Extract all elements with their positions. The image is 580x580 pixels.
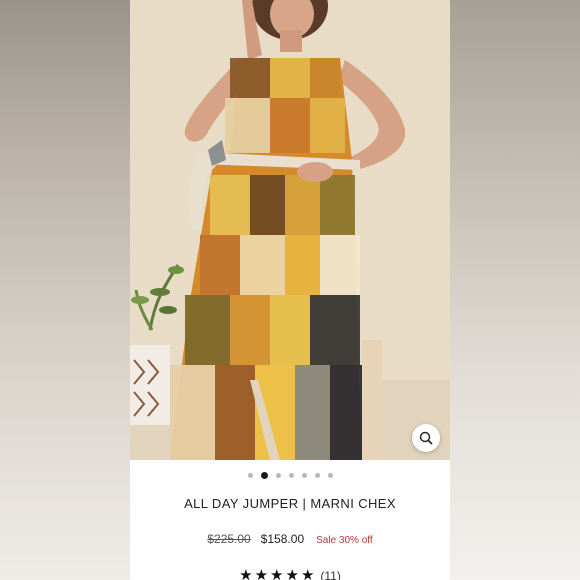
sale-badge: Sale 30% off (316, 535, 373, 546)
magnifier-icon (419, 431, 433, 445)
carousel-dot[interactable] (247, 473, 253, 478)
star-icon: ★ (285, 567, 299, 580)
carousel-dot[interactable] (301, 473, 307, 478)
product-title: ALL DAY JUMPER | MARNI CHEX (184, 496, 396, 511)
carousel-dot[interactable] (327, 473, 333, 478)
sale-price: $158.00 (260, 532, 305, 546)
star-icon: ★ (254, 567, 269, 580)
carousel-indicators (130, 472, 450, 479)
blurred-backdrop-left (0, 0, 130, 580)
star-icon: ★ (300, 567, 315, 580)
blurred-backdrop-right (450, 0, 580, 580)
zoom-button[interactable] (412, 424, 440, 452)
original-price: $225.00 (207, 532, 251, 546)
carousel-dot[interactable] (288, 473, 294, 478)
rating-row[interactable]: ★ ★ ★ ★ ★ (11) (130, 568, 450, 580)
star-icon: ★ (270, 567, 284, 580)
carousel-dot-active[interactable] (260, 472, 268, 479)
carousel-dot[interactable] (314, 473, 320, 478)
star-icon: ★ (239, 567, 253, 580)
review-count[interactable]: (11) (320, 569, 340, 580)
carousel-dot[interactable] (275, 473, 281, 478)
product-photo[interactable] (130, 0, 450, 460)
product-photo-illustration (130, 0, 450, 460)
product-card: ALL DAY JUMPER | MARNI CHEX $225.00 $158… (130, 0, 450, 580)
price-row: $225.00 $158.00 Sale 30% off (130, 532, 450, 546)
